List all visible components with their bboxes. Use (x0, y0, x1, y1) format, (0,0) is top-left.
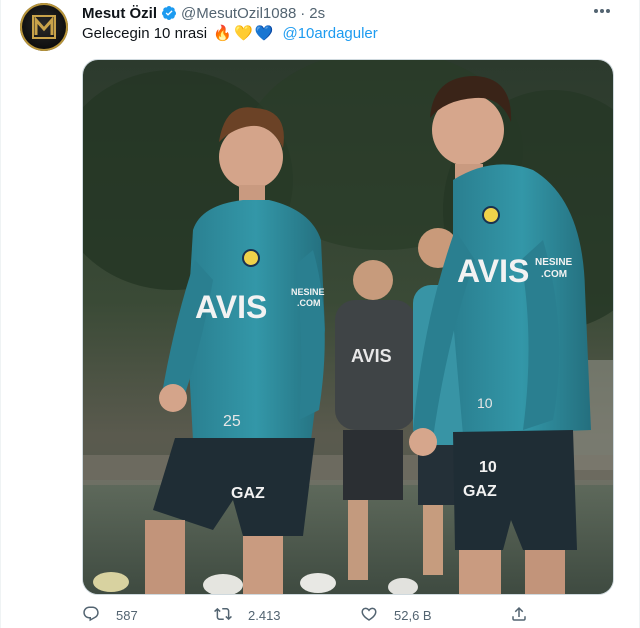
blue-heart-emoji-icon: 💙 (254, 25, 274, 42)
retweet-icon (214, 605, 234, 625)
svg-text:.COM: .COM (541, 269, 567, 280)
tweet-timestamp[interactable]: 2s (309, 5, 325, 22)
reply-button[interactable]: 587 (82, 604, 138, 626)
photo-sponsor-left: AVIS (195, 289, 267, 325)
reply-icon (82, 605, 102, 625)
yellow-heart-emoji-icon: 💛 (233, 25, 253, 42)
verified-badge-icon (161, 5, 177, 21)
svg-text:AVIS: AVIS (351, 346, 392, 366)
tweet-photo[interactable]: AVIS AVIS 25 GAZ AVIS 10 NESINE .COM 10 … (82, 59, 614, 595)
tweet-body: Gelecegin 10 nrasi (82, 25, 208, 42)
tweet-header: Mesut Özil @MesutOzil1088 · 2s (82, 3, 325, 23)
tweet-text: Gelecegin 10 nrasi 🔥 💛 💙 @10ardaguler (82, 24, 378, 44)
avatar-logo-icon (32, 15, 56, 39)
photo-sponsor-right: AVIS (457, 253, 529, 289)
reply-count: 587 (116, 607, 138, 623)
like-button[interactable]: 52,6 B (360, 604, 432, 626)
photo-shorts-brand-left: GAZ (231, 485, 265, 502)
header-separator: · (300, 4, 306, 22)
tweet-actions: 587 2.413 52,6 B (82, 604, 542, 626)
like-count: 52,6 B (394, 607, 432, 623)
training-photo-illustration: AVIS AVIS 25 GAZ AVIS 10 NESINE .COM 10 … (83, 60, 613, 594)
photo-number-right: 10 (479, 459, 497, 476)
photo-number-left: 25 (223, 413, 241, 430)
svg-text:.COM: .COM (297, 298, 321, 308)
share-button[interactable] (510, 604, 530, 626)
author-handle[interactable]: @MesutOzil1088 (181, 5, 296, 22)
retweet-count: 2.413 (248, 607, 281, 623)
share-icon (510, 605, 530, 625)
author-avatar[interactable] (20, 3, 68, 51)
fire-emoji-icon: 🔥 (213, 25, 232, 42)
photo-shorts-brand-right: GAZ (463, 483, 497, 500)
retweet-button[interactable]: 2.413 (214, 604, 281, 626)
svg-text:10: 10 (477, 395, 493, 411)
mention-link[interactable]: @10ardaguler (282, 25, 377, 42)
author-name[interactable]: Mesut Özil (82, 5, 157, 22)
tweet-card: Mesut Özil @MesutOzil1088 · 2s Gelecegin… (0, 0, 640, 628)
svg-text:NESINE: NESINE (291, 287, 325, 297)
more-dots-icon[interactable] (591, 3, 613, 19)
heart-icon (360, 605, 380, 625)
svg-text:NESINE: NESINE (535, 257, 573, 268)
